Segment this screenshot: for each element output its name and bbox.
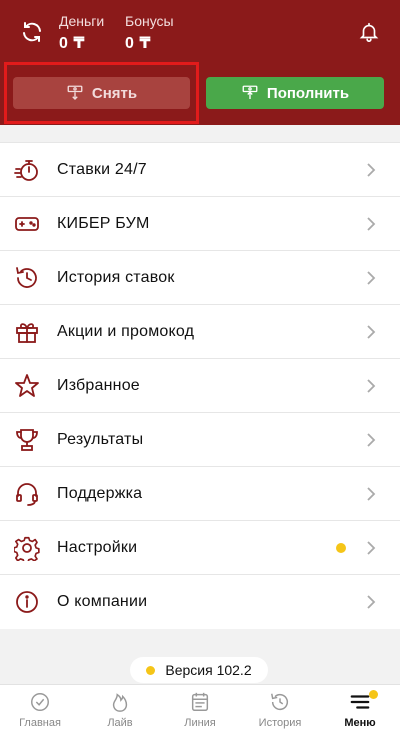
version-label: Версия 102.2	[165, 662, 252, 678]
bottom-tab-bar: Главная Лайв Линия История Меню	[0, 684, 400, 738]
flame-icon	[112, 693, 128, 712]
menu-item-settings[interactable]: Настройки	[0, 521, 400, 575]
version-badge: Версия 102.2	[130, 657, 268, 683]
money-balance: Деньги 0 ₸	[59, 13, 104, 53]
menu-item-cyber-boom[interactable]: КИБЕР БУМ	[0, 197, 400, 251]
menu-item-results[interactable]: Результаты	[0, 413, 400, 467]
tab-label: Главная	[19, 717, 61, 729]
bonus-balance: Бонусы 0 ₸	[125, 13, 174, 53]
menu-item-label: Поддержка	[57, 484, 143, 502]
gift-icon	[16, 323, 38, 343]
history-icon	[16, 267, 37, 288]
chevron-right-icon	[367, 486, 376, 501]
chevron-right-icon	[367, 378, 376, 393]
tab-label: Меню	[344, 717, 376, 729]
hamburger-icon	[350, 695, 370, 709]
menu-list: Ставки 24/7 КИБЕР БУМ История ставок Акц…	[0, 142, 400, 629]
gear-icon	[14, 536, 40, 561]
menu-item-label: КИБЕР БУМ	[57, 214, 150, 232]
menu-item-label: История ставок	[57, 268, 175, 286]
bonus-value: 0 ₸	[125, 35, 151, 52]
settings-notification-dot	[336, 542, 346, 553]
menu-item-about[interactable]: О компании	[0, 575, 400, 629]
menu-item-label: Акции и промокод	[57, 322, 195, 340]
menu-item-label: Настройки	[57, 538, 138, 556]
deposit-icon	[242, 85, 258, 99]
tab-label: История	[258, 717, 302, 729]
chevron-right-icon	[367, 540, 376, 555]
withdraw-highlight-box	[4, 62, 199, 124]
history-icon	[271, 693, 289, 711]
menu-item-promotions[interactable]: Акции и промокод	[0, 305, 400, 359]
money-label: Деньги	[59, 13, 105, 29]
money-value: 0 ₸	[59, 35, 85, 52]
tab-label: Линия	[184, 717, 216, 729]
tab-menu[interactable]: Меню	[320, 685, 400, 738]
menu-item-favorites[interactable]: Избранное	[0, 359, 400, 413]
account-header: Деньги 0 ₸ Бонусы 0 ₸ Снять Пополнить	[0, 0, 400, 125]
chevron-right-icon	[367, 270, 376, 285]
menu-item-label: Ставки 24/7	[57, 160, 147, 178]
gamepad-icon	[15, 217, 39, 231]
stopwatch-icon	[14, 160, 38, 181]
home-badge-icon	[31, 693, 49, 711]
info-icon	[16, 591, 38, 613]
menu-item-label: О компании	[57, 593, 148, 610]
bell-icon[interactable]	[358, 20, 380, 44]
tab-history[interactable]: История	[240, 685, 320, 738]
headset-icon	[16, 483, 38, 506]
menu-item-support[interactable]: Поддержка	[0, 467, 400, 521]
tab-live[interactable]: Лайв	[80, 685, 160, 738]
menu-item-bets-24-7[interactable]: Ставки 24/7	[0, 143, 400, 197]
refresh-icon[interactable]	[20, 20, 44, 44]
chevron-right-icon	[367, 162, 376, 177]
menu-notification-dot	[369, 690, 378, 699]
menu-item-bet-history[interactable]: История ставок	[0, 251, 400, 305]
tab-line[interactable]: Линия	[160, 685, 240, 738]
bonus-label: Бонусы	[125, 13, 174, 29]
chevron-right-icon	[367, 595, 376, 609]
menu-item-label: Результаты	[57, 430, 144, 448]
deposit-label: Пополнить	[266, 84, 350, 102]
chevron-right-icon	[367, 432, 376, 447]
star-icon	[15, 374, 39, 397]
menu-item-label: Избранное	[57, 376, 140, 394]
deposit-button[interactable]: Пополнить	[206, 77, 384, 109]
tab-home[interactable]: Главная	[0, 685, 80, 738]
calendar-icon	[191, 692, 209, 711]
tab-label: Лайв	[107, 717, 133, 729]
version-dot	[146, 665, 156, 675]
chevron-right-icon	[367, 324, 376, 339]
chevron-right-icon	[367, 216, 376, 231]
trophy-icon	[16, 429, 38, 451]
